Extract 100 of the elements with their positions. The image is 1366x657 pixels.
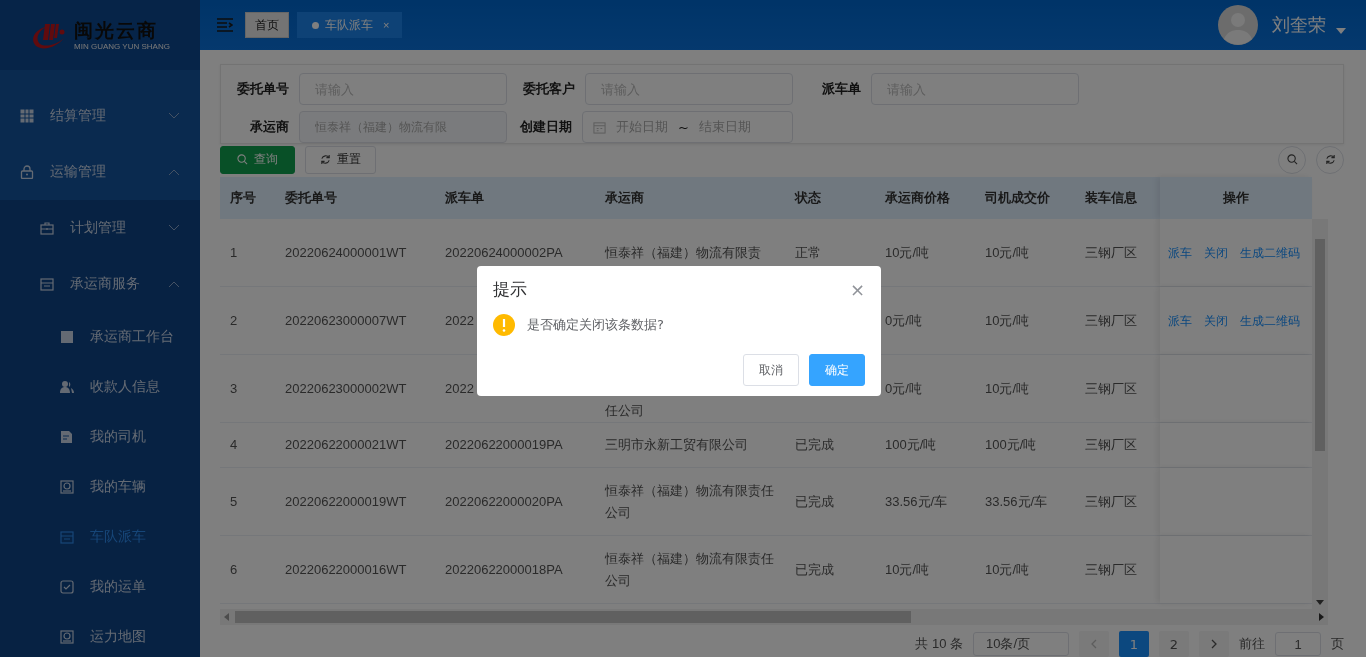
tab-label: 首页 — [255, 16, 279, 34]
reset-button[interactable]: 重置 — [305, 145, 376, 174]
scroll-left-icon[interactable] — [224, 613, 229, 621]
refresh-button[interactable] — [1316, 145, 1344, 174]
table-cell-text: 已完成 — [795, 492, 834, 511]
logo-title: 闽光云商 — [74, 18, 159, 42]
menu-item[interactable]: 计划管理 — [0, 200, 200, 256]
action-link[interactable]: 生成二维码 — [1240, 241, 1300, 264]
table-cell-text: 2 — [230, 311, 238, 330]
caret-icon[interactable] — [1336, 28, 1346, 34]
table-cell-text: 恒泰祥（福建）物流有限责 — [605, 243, 761, 262]
column-header: 装车信息 — [1084, 189, 1138, 207]
card-icon — [60, 530, 74, 544]
cancel-button[interactable]: 取消 — [743, 354, 799, 386]
action-link[interactable]: 派车 — [1168, 309, 1192, 332]
range-separator: ~ — [677, 119, 689, 135]
menu-item[interactable]: 承运商工作台 — [0, 312, 200, 362]
action-link[interactable]: 生成二维码 — [1240, 309, 1300, 332]
avatar[interactable] — [1218, 5, 1258, 45]
column-header: 委托单号 — [284, 189, 338, 207]
table-cell-text: 20220622000020PA — [445, 492, 563, 511]
search-button[interactable]: 查询 — [220, 145, 295, 174]
table-cell-text: 三明市永新工贸有限公司 — [605, 436, 748, 454]
horizontal-scrollbar[interactable] — [220, 609, 1328, 625]
next-page-button[interactable] — [1199, 631, 1229, 657]
briefcase-icon — [40, 221, 54, 235]
page-button[interactable]: 1 — [1119, 631, 1149, 657]
page-suffix: 页 — [1331, 635, 1344, 653]
table-cell-text: 三钢厂区 — [1085, 436, 1137, 454]
field-label: 委托单号 — [236, 80, 290, 98]
checkbox-icon — [60, 580, 74, 594]
user-name[interactable]: 刘奎荣 — [1272, 13, 1326, 37]
column-header: 司机成交价 — [984, 189, 1051, 207]
action-link[interactable]: 关闭 — [1204, 241, 1228, 264]
dot-icon — [312, 21, 319, 29]
field-label: 承运商 — [249, 118, 290, 136]
field-label: 委托客户 — [522, 80, 576, 98]
menu-item[interactable]: 结算管理 — [0, 88, 200, 144]
table-cell-text: 33.56元/车 — [885, 492, 948, 511]
table-cell-text: 4 — [230, 436, 238, 454]
menu-item[interactable]: 收款人信息 — [0, 362, 200, 412]
vertical-scrollbar[interactable] — [1312, 219, 1328, 609]
dialog-title: 提示 — [493, 277, 527, 301]
menu-item[interactable]: 我的司机 — [0, 412, 200, 462]
tab[interactable]: 车队派车 × — [297, 12, 403, 38]
chevron-up-icon — [168, 280, 180, 288]
table-cell-text: 20220622000019WT — [285, 492, 407, 511]
total-count: 共 10 条 — [915, 635, 963, 653]
table-cell-text: 2022 — [445, 379, 474, 398]
tab-label: 车队派车 — [325, 16, 373, 34]
column-header: 承运商 — [604, 189, 645, 207]
scroll-down-icon[interactable] — [1316, 600, 1324, 605]
menu-item[interactable]: 运输管理 — [0, 144, 200, 200]
confirm-button[interactable]: 确定 — [809, 354, 865, 386]
table-cell-text: 5 — [230, 492, 238, 511]
chevron-right-icon — [1211, 639, 1217, 649]
column-header: 操作 — [1160, 177, 1312, 219]
table-cell-text: 6 — [230, 560, 238, 579]
table-cell-text: 10元/吨 — [985, 379, 1030, 398]
table-cell-text: 20220624000002PA — [445, 243, 563, 262]
menu-item[interactable]: 我的运单 — [0, 562, 200, 612]
tab[interactable]: 首页 — [245, 12, 289, 38]
table-cell-text: 三钢厂区 — [1085, 243, 1137, 262]
refresh-icon — [320, 154, 331, 165]
table-cell-text: 0元/吨 — [885, 379, 922, 398]
table-cell-text: 2022 — [445, 311, 474, 330]
field-label: 派车单 — [821, 80, 862, 98]
table-cell-text: 正常 — [795, 243, 821, 262]
table-cell-text: 已完成 — [795, 560, 834, 579]
calendar-icon — [592, 120, 606, 134]
page-size-select[interactable]: 10条/页 — [973, 632, 1069, 656]
menu-item[interactable]: 承运商服务 — [0, 256, 200, 312]
action-link[interactable]: 派车 — [1168, 241, 1192, 264]
table-cell-text: 三钢厂区 — [1085, 492, 1137, 511]
table-cell-text: 三钢厂区 — [1085, 560, 1137, 579]
chevron-down-icon — [168, 112, 180, 120]
table-cell-text: 恒泰祥（福建）物流有限责任公司 — [605, 549, 775, 590]
table-cell-text: 三钢厂区 — [1085, 379, 1137, 398]
table-cell-text: 20220623000002WT — [285, 379, 407, 398]
table-cell-text: 任公司 — [605, 402, 644, 420]
search-button[interactable] — [1278, 145, 1306, 174]
table-cell-text: 10元/吨 — [985, 243, 1030, 262]
users-icon — [60, 380, 74, 394]
search-icon — [237, 154, 248, 165]
menu-icon[interactable] — [217, 18, 233, 32]
table-cell-text: 20220623000007WT — [285, 311, 407, 330]
close-icon[interactable]: × — [849, 278, 865, 300]
close-icon[interactable]: × — [383, 19, 390, 31]
warning-icon — [493, 314, 515, 336]
action-link[interactable]: 关闭 — [1204, 309, 1228, 332]
menu-item[interactable]: 我的车辆 — [0, 462, 200, 512]
table-cell-text: 0元/吨 — [885, 311, 922, 330]
menu-item[interactable]: 运力地图 — [0, 612, 200, 657]
clapperboard-icon — [60, 330, 74, 344]
page-button[interactable]: 2 — [1159, 631, 1189, 657]
table-cell-text: 1 — [230, 243, 238, 262]
scroll-right-icon[interactable] — [1319, 613, 1324, 621]
page-input[interactable]: 1 — [1275, 632, 1321, 656]
table-cell-text: 10元/吨 — [885, 243, 930, 262]
refresh-icon — [1324, 154, 1336, 165]
